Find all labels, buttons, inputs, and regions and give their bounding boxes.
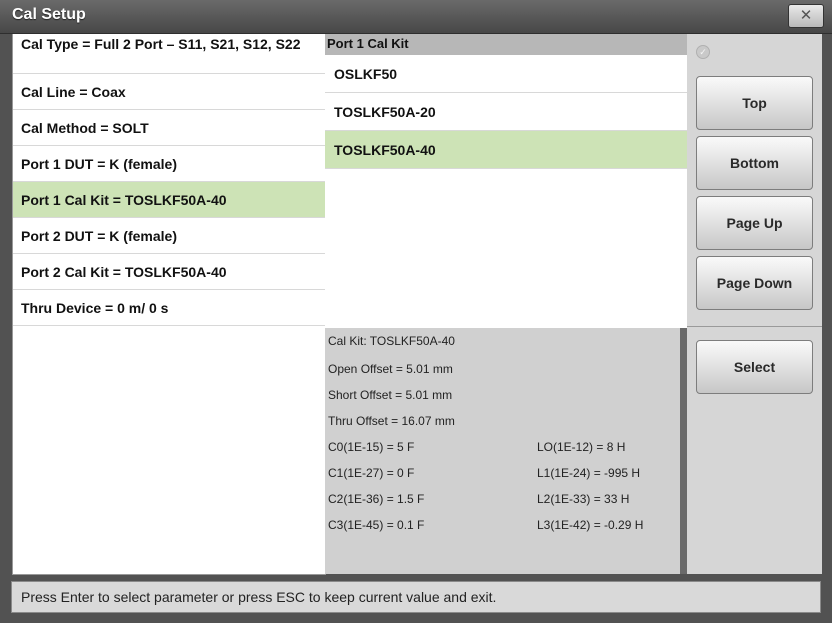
title-bar: Cal Setup ✕: [0, 0, 832, 34]
cal-kit-details: Cal Kit: TOSLKF50A-40 Open Offset = 5.01…: [325, 328, 680, 574]
detail-l1: L1(1E-24) = -995 H: [537, 466, 641, 480]
button-separator: [687, 326, 822, 327]
param-row-port2-cal-kit[interactable]: Port 2 Cal Kit = TOSLKF50A-40: [13, 254, 326, 290]
button-column: ✓ Top Bottom Page Up Page Down Select: [687, 34, 822, 574]
detail-c1: C1(1E-27) = 0 F: [328, 466, 415, 480]
param-label: Port 2 DUT = K (female): [21, 227, 177, 244]
detail-c0: C0(1E-15) = 5 F: [328, 440, 415, 454]
param-row-thru-device[interactable]: Thru Device = 0 m/ 0 s: [13, 290, 326, 326]
page-up-button[interactable]: Page Up: [696, 196, 813, 250]
param-row-port2-dut[interactable]: Port 2 DUT = K (female): [13, 218, 326, 254]
page-down-button[interactable]: Page Down: [696, 256, 813, 310]
check-icon: ✓: [696, 45, 710, 59]
param-label: Port 2 Cal Kit = TOSLKF50A-40: [21, 263, 227, 280]
detail-c2: C2(1E-36) = 1.5 F: [328, 492, 425, 506]
detail-l0: LO(1E-12) = 8 H: [537, 440, 626, 454]
kit-item-toslkf50a-40[interactable]: TOSLKF50A-40: [325, 131, 687, 169]
top-button[interactable]: Top: [696, 76, 813, 130]
status-bar: Press Enter to select parameter or press…: [11, 581, 821, 613]
param-row-port1-dut[interactable]: Port 1 DUT = K (female): [13, 146, 326, 182]
detail-short-offset: Short Offset = 5.01 mm: [328, 388, 453, 402]
detail-thru-offset: Thru Offset = 16.07 mm: [328, 414, 455, 428]
parameter-list: Cal Type = Full 2 Port – S11, S21, S12, …: [12, 34, 326, 575]
kit-item-toslkf50a-20[interactable]: TOSLKF50A-20: [325, 93, 687, 131]
detail-open-offset: Open Offset = 5.01 mm: [328, 362, 453, 376]
detail-l3: L3(1E-42) = -0.29 H: [537, 518, 644, 532]
param-row-cal-method[interactable]: Cal Method = SOLT: [13, 110, 326, 146]
detail-c3: C3(1E-45) = 0.1 F: [328, 518, 425, 532]
param-label: Cal Method = SOLT: [21, 119, 149, 136]
param-row-cal-line[interactable]: Cal Line = Coax: [13, 74, 326, 110]
cal-setup-dialog: Cal Setup ✕ Cal Type = Full 2 Port – S11…: [0, 0, 832, 623]
dialog-title: Cal Setup: [12, 6, 86, 23]
kit-label: TOSLKF50A-20: [334, 103, 436, 120]
detail-l2: L2(1E-33) = 33 H: [537, 492, 630, 506]
param-label: Port 1 Cal Kit = TOSLKF50A-40: [21, 191, 227, 208]
close-icon: ✕: [799, 7, 813, 24]
status-text: Press Enter to select parameter or press…: [21, 589, 497, 605]
bottom-button[interactable]: Bottom: [696, 136, 813, 190]
cal-kit-list-header: Port 1 Cal Kit: [325, 34, 687, 55]
close-button[interactable]: ✕: [788, 4, 824, 28]
param-row-cal-type[interactable]: Cal Type = Full 2 Port – S11, S21, S12, …: [13, 34, 326, 74]
kit-label: TOSLKF50A-40: [334, 141, 436, 158]
param-label: Cal Line = Coax: [21, 83, 126, 100]
cal-kit-list: Port 1 Cal Kit OSLKF50 TOSLKF50A-20 TOSL…: [325, 34, 687, 328]
details-divider: [680, 328, 687, 574]
param-row-port1-cal-kit[interactable]: Port 1 Cal Kit = TOSLKF50A-40: [13, 182, 326, 218]
param-label: Cal Type = Full 2 Port – S11, S21, S12, …: [21, 36, 301, 52]
param-label: Port 1 DUT = K (female): [21, 155, 177, 172]
kit-item-oslkf50[interactable]: OSLKF50: [325, 55, 687, 93]
detail-cal-kit: Cal Kit: TOSLKF50A-40: [328, 334, 455, 348]
select-button[interactable]: Select: [696, 340, 813, 394]
kit-label: OSLKF50: [334, 65, 398, 82]
param-label: Thru Device = 0 m/ 0 s: [21, 299, 169, 316]
